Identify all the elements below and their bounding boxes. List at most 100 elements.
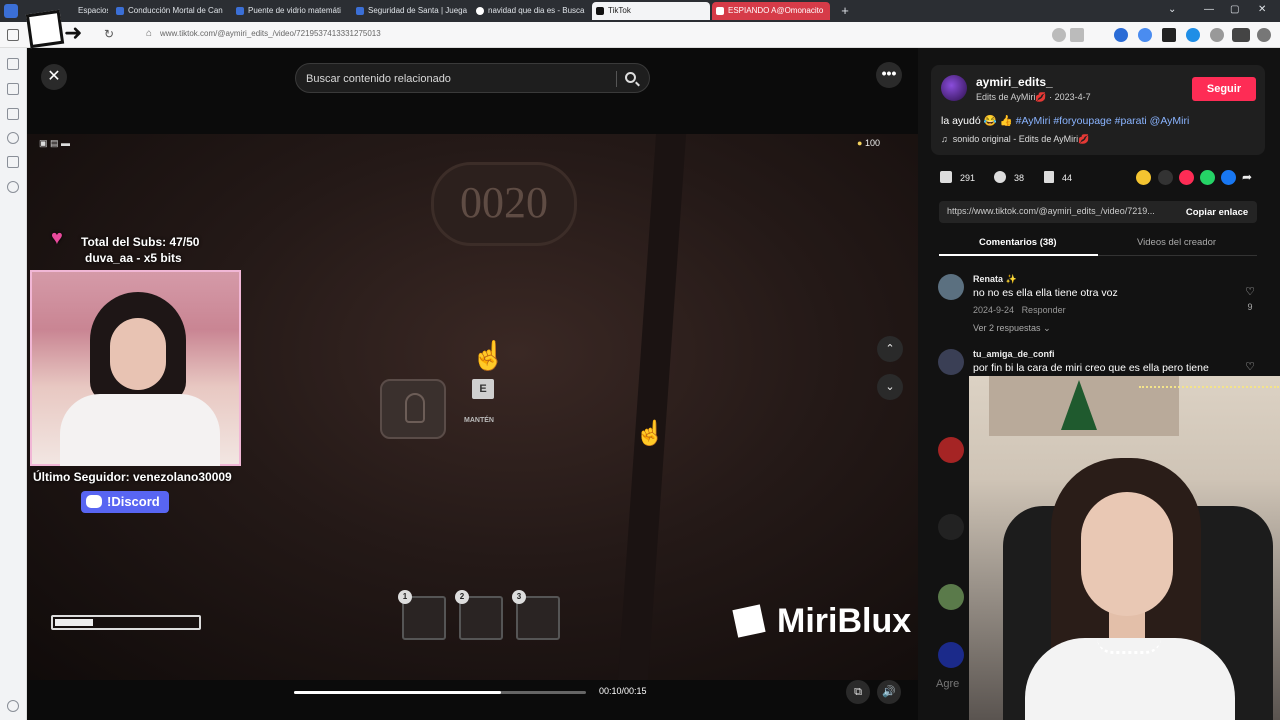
tab-conduccion[interactable]: Conducción Mortal de Can bbox=[112, 2, 230, 20]
downloads-icon[interactable] bbox=[7, 108, 19, 120]
next-video-button[interactable]: ⌄ bbox=[877, 374, 903, 400]
browser-logo-icon[interactable] bbox=[4, 4, 18, 18]
copy-link-button[interactable]: Copiar enlace bbox=[1179, 204, 1255, 220]
add-panel-icon[interactable] bbox=[7, 181, 19, 193]
send-icon[interactable] bbox=[1179, 170, 1194, 185]
video-time: 00:10/00:15 bbox=[599, 686, 647, 696]
post-date: 2023-4-7 bbox=[1054, 92, 1091, 102]
extension-icon[interactable] bbox=[1162, 28, 1176, 42]
streamer-camera-overlay bbox=[969, 376, 1280, 720]
tab-comments[interactable]: Comentarios (38) bbox=[979, 237, 1057, 248]
commenter-avatar[interactable] bbox=[938, 642, 964, 668]
author-username[interactable]: aymiri_edits_ bbox=[976, 75, 1053, 89]
video-link[interactable]: https://www.tiktok.com/@aymiri_edits_/vi… bbox=[947, 206, 1175, 216]
forward-arrow-icon[interactable]: ➜ bbox=[64, 22, 82, 44]
new-tab-button[interactable]: + bbox=[836, 2, 854, 20]
tab-label: TikTok bbox=[608, 6, 631, 15]
video-player[interactable]: 0020 ▣ ▤ ▬ ● 100 ☝ E MANTÉN ☝ ♥ Total de… bbox=[27, 134, 918, 680]
tab-label: Espacios bbox=[78, 6, 108, 15]
maximize-button[interactable]: ▢ bbox=[1230, 4, 1239, 15]
video-progress-fill bbox=[294, 691, 502, 694]
comment-text: por fin bi la cara de miri creo que es e… bbox=[973, 362, 1209, 374]
commenter-avatar[interactable] bbox=[938, 584, 964, 610]
extension-icon[interactable] bbox=[1138, 28, 1152, 42]
tiktok-icon bbox=[596, 7, 604, 15]
volume-button[interactable]: 🔊 bbox=[877, 680, 901, 704]
discord-overlay: !Discord bbox=[81, 491, 169, 513]
video-caption: la ayudó 😂 👍 #AyMiri #foryoupage #parati… bbox=[941, 114, 1189, 127]
commenter-avatar[interactable] bbox=[938, 514, 964, 540]
caption-hashtags[interactable]: #AyMiri #foryoupage #parati @AyMiri bbox=[1016, 115, 1190, 127]
comment-like-icon[interactable]: ♡ bbox=[1240, 360, 1260, 373]
comment-like-icon[interactable]: ♡ bbox=[1240, 285, 1260, 298]
commenter-name[interactable]: tu_amiga_de_confi bbox=[973, 349, 1055, 359]
reading-list-icon[interactable] bbox=[7, 83, 19, 95]
author-card: aymiri_edits_ Edits de AyMiri💋 · 2023-4-… bbox=[931, 65, 1265, 155]
commenter-avatar[interactable] bbox=[938, 274, 964, 300]
panel-tabs: Comentarios (38) Videos del creador bbox=[939, 234, 1257, 256]
related-search-input[interactable] bbox=[306, 70, 606, 88]
extension-icon[interactable] bbox=[1114, 28, 1128, 42]
hold-prompt-label: MANTÉN bbox=[464, 417, 494, 424]
tab-espacios[interactable]: Espacios bbox=[62, 2, 108, 20]
comment-count: 38 bbox=[1014, 173, 1025, 183]
video-progress-bar[interactable] bbox=[294, 691, 586, 694]
tab-creator-videos[interactable]: Videos del creador bbox=[1137, 237, 1216, 248]
sidebar-toggle-icon[interactable] bbox=[7, 29, 19, 41]
tab-puente[interactable]: Puente de vidrio matemáti bbox=[232, 2, 350, 20]
author-subline: Edits de AyMiri💋 · 2023-4-7 bbox=[976, 92, 1091, 102]
extensions-puzzle-icon[interactable] bbox=[1210, 28, 1224, 42]
previous-video-button[interactable]: ⌃ bbox=[877, 336, 903, 362]
music-note-icon: ♫ bbox=[941, 134, 948, 144]
picture-in-picture-button[interactable]: ⧉ bbox=[846, 680, 870, 704]
notes-icon[interactable] bbox=[7, 156, 19, 168]
comment-stat[interactable]: 38 bbox=[994, 171, 1024, 183]
door-edge bbox=[617, 134, 687, 680]
extension-icon[interactable] bbox=[1186, 28, 1200, 42]
save-stat[interactable]: 44 bbox=[1044, 171, 1072, 183]
view-replies-link[interactable]: Ver 2 respuestas ⌄ bbox=[973, 323, 1051, 334]
minimize-button[interactable]: — bbox=[1204, 4, 1214, 15]
cast-icon[interactable] bbox=[1052, 28, 1066, 42]
webcam-person-shirt bbox=[60, 394, 220, 466]
like-count: 291 bbox=[960, 173, 976, 183]
embed-icon[interactable] bbox=[1158, 170, 1173, 185]
active-tab-indicator bbox=[939, 254, 1098, 256]
facebook-icon[interactable] bbox=[1221, 170, 1236, 185]
health-bar bbox=[51, 615, 201, 630]
vpn-icon[interactable] bbox=[1232, 28, 1250, 42]
emoji-share-icon[interactable] bbox=[1136, 170, 1151, 185]
tab-tiktok[interactable]: TikTok bbox=[592, 2, 710, 20]
music-info[interactable]: ♫ sonido original - Edits de AyMiri💋 bbox=[941, 134, 1089, 145]
watermark-logo: MiriBlux bbox=[732, 602, 911, 641]
reload-icon[interactable]: ↻ bbox=[104, 27, 114, 41]
heart-icon: ♥ bbox=[51, 227, 63, 249]
profile-avatar[interactable] bbox=[1257, 28, 1271, 42]
reply-link[interactable]: Responder bbox=[1022, 305, 1066, 315]
tab-navidad[interactable]: navidad que dia es - Busca bbox=[472, 2, 590, 20]
author-avatar[interactable] bbox=[941, 75, 967, 101]
bookmark-icon[interactable] bbox=[1070, 28, 1084, 42]
tab-seguridad[interactable]: Seguridad de Santa | Juega bbox=[352, 2, 470, 20]
bookmarks-icon[interactable] bbox=[7, 58, 19, 70]
share-arrow-icon[interactable]: ➦ bbox=[1242, 170, 1257, 185]
more-options-button[interactable]: ••• bbox=[876, 62, 902, 88]
search-icon[interactable] bbox=[625, 72, 636, 83]
commenter-avatar[interactable] bbox=[938, 349, 964, 375]
tab-espiando[interactable]: ESPIANDO A@Omonacito bbox=[712, 2, 830, 20]
like-stat[interactable]: 291 bbox=[940, 171, 975, 183]
close-window-button[interactable]: ✕ bbox=[1258, 4, 1266, 15]
whatsapp-icon[interactable] bbox=[1200, 170, 1215, 185]
commenter-avatar[interactable] bbox=[938, 437, 964, 463]
history-icon[interactable] bbox=[7, 132, 19, 144]
commenter-name[interactable]: Renata ✨ bbox=[973, 274, 1017, 285]
follow-button[interactable]: Seguir bbox=[1192, 77, 1256, 101]
roblox-logo-icon bbox=[25, 9, 65, 49]
game-coins: ● 100 bbox=[857, 138, 880, 148]
settings-gear-icon[interactable] bbox=[7, 700, 19, 712]
game-hud-icons: ▣ ▤ ▬ bbox=[39, 138, 71, 148]
close-video-button[interactable]: ✕ bbox=[41, 64, 67, 90]
address-bar: ➜ ↻ ⌂ www.tiktok.com/@aymiri_edits_/vide… bbox=[0, 22, 1280, 48]
url-field[interactable]: www.tiktok.com/@aymiri_edits_/video/7219… bbox=[160, 29, 381, 38]
tab-menu-icon[interactable]: ⌄ bbox=[1168, 4, 1176, 15]
